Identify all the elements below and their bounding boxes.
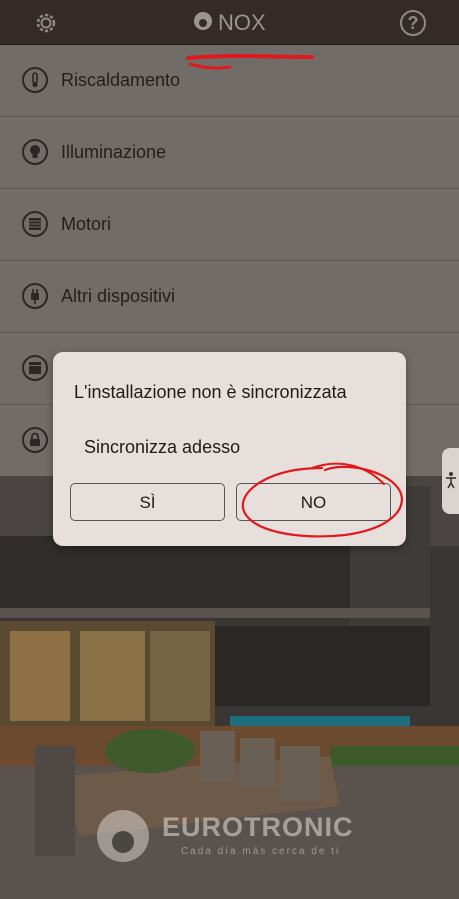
shutter-icon xyxy=(22,211,48,237)
nox-logo-icon xyxy=(192,10,214,37)
clapperboard-icon xyxy=(22,355,48,381)
plug-icon xyxy=(22,283,48,309)
dialog-message: Sincronizza adesso xyxy=(84,437,241,457)
menu-item-motori[interactable]: Motori xyxy=(0,189,459,261)
top-bar: NOX ? xyxy=(0,0,459,45)
accessibility-tab[interactable] xyxy=(442,448,459,514)
no-button[interactable]: NO xyxy=(236,483,391,521)
app-brand: NOX xyxy=(192,10,266,36)
menu-item-label: Altri dispositivi xyxy=(61,286,176,306)
lock-icon xyxy=(22,427,48,453)
app-title: NOX xyxy=(218,10,266,35)
sync-dialog: L'installazione non è sincronizzata Sinc… xyxy=(53,352,406,546)
yes-button[interactable]: SÌ xyxy=(70,483,225,521)
help-icon[interactable]: ? xyxy=(400,10,426,36)
menu-item-illuminazione[interactable]: Illuminazione xyxy=(0,117,459,189)
lightbulb-icon xyxy=(22,139,48,165)
menu-item-label: Riscaldamento xyxy=(61,70,181,90)
menu-item-label: Motori xyxy=(61,214,112,234)
brand-name: EUROTRONIC xyxy=(162,812,354,842)
menu-item-label: Illuminazione xyxy=(61,142,167,162)
brand-tagline: Cada día más cerca de ti xyxy=(181,846,341,857)
gear-icon[interactable] xyxy=(33,10,59,36)
accessibility-icon xyxy=(446,472,456,489)
menu-item-riscaldamento[interactable]: Riscaldamento xyxy=(0,45,459,117)
thermometer-icon xyxy=(22,67,48,93)
dialog-title: L'installazione non è sincronizzata xyxy=(74,382,347,402)
menu-item-altri-dispositivi[interactable]: Altri dispositivi xyxy=(0,261,459,333)
